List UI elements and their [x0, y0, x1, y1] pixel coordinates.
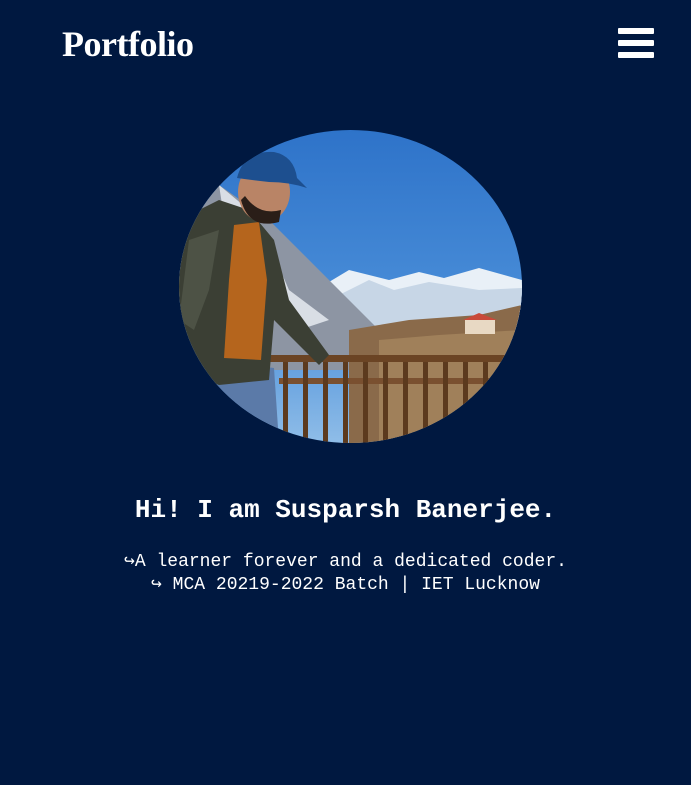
menu-bar: [618, 28, 654, 34]
brand-logo[interactable]: Portfolio: [62, 22, 194, 66]
tagline-line-1: ↪A learner forever and a dedicated coder…: [124, 552, 567, 572]
menu-bar: [618, 40, 654, 46]
hero-greeting: Hi! I am Susparsh Banerjee.: [134, 495, 557, 525]
tagline-line-2: ↪ MCA 20219-2022 Batch | IET Lucknow: [151, 575, 540, 595]
menu-bar: [618, 52, 654, 58]
profile-photo: [179, 130, 522, 443]
hamburger-menu-icon[interactable]: [618, 28, 654, 60]
navbar: Portfolio: [0, 0, 691, 90]
hero-tagline: ↪A learner forever and a dedicated coder…: [0, 551, 691, 597]
